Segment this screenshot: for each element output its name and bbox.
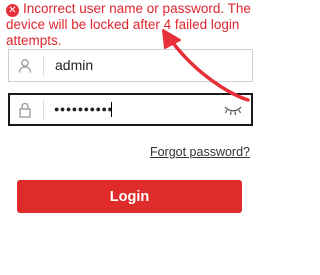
- error-line-1: Incorrect user name or password. The: [23, 1, 251, 16]
- field-separator: [43, 100, 44, 120]
- forgot-password-link[interactable]: Forgot password?: [150, 145, 250, 159]
- lock-icon: [19, 102, 31, 118]
- user-icon: [18, 59, 32, 73]
- username-value: admin: [55, 57, 94, 73]
- error-line-2: device will be locked after 4 failed log…: [6, 17, 240, 32]
- error-line-3: attempts.: [6, 33, 62, 48]
- text-caret: [111, 102, 112, 117]
- error-icon: ✕: [6, 4, 19, 17]
- login-button[interactable]: Login: [17, 180, 242, 213]
- field-separator: [43, 56, 44, 76]
- error-text: Incorrect user name or password. The dev…: [6, 1, 262, 49]
- password-field[interactable]: ●●●●●●●●●●: [8, 93, 253, 126]
- username-field[interactable]: admin: [8, 49, 253, 82]
- eye-closed-icon[interactable]: [223, 103, 243, 117]
- error-message: ✕ Incorrect user name or password. The d…: [6, 1, 262, 49]
- password-value: ●●●●●●●●●●: [54, 104, 114, 114]
